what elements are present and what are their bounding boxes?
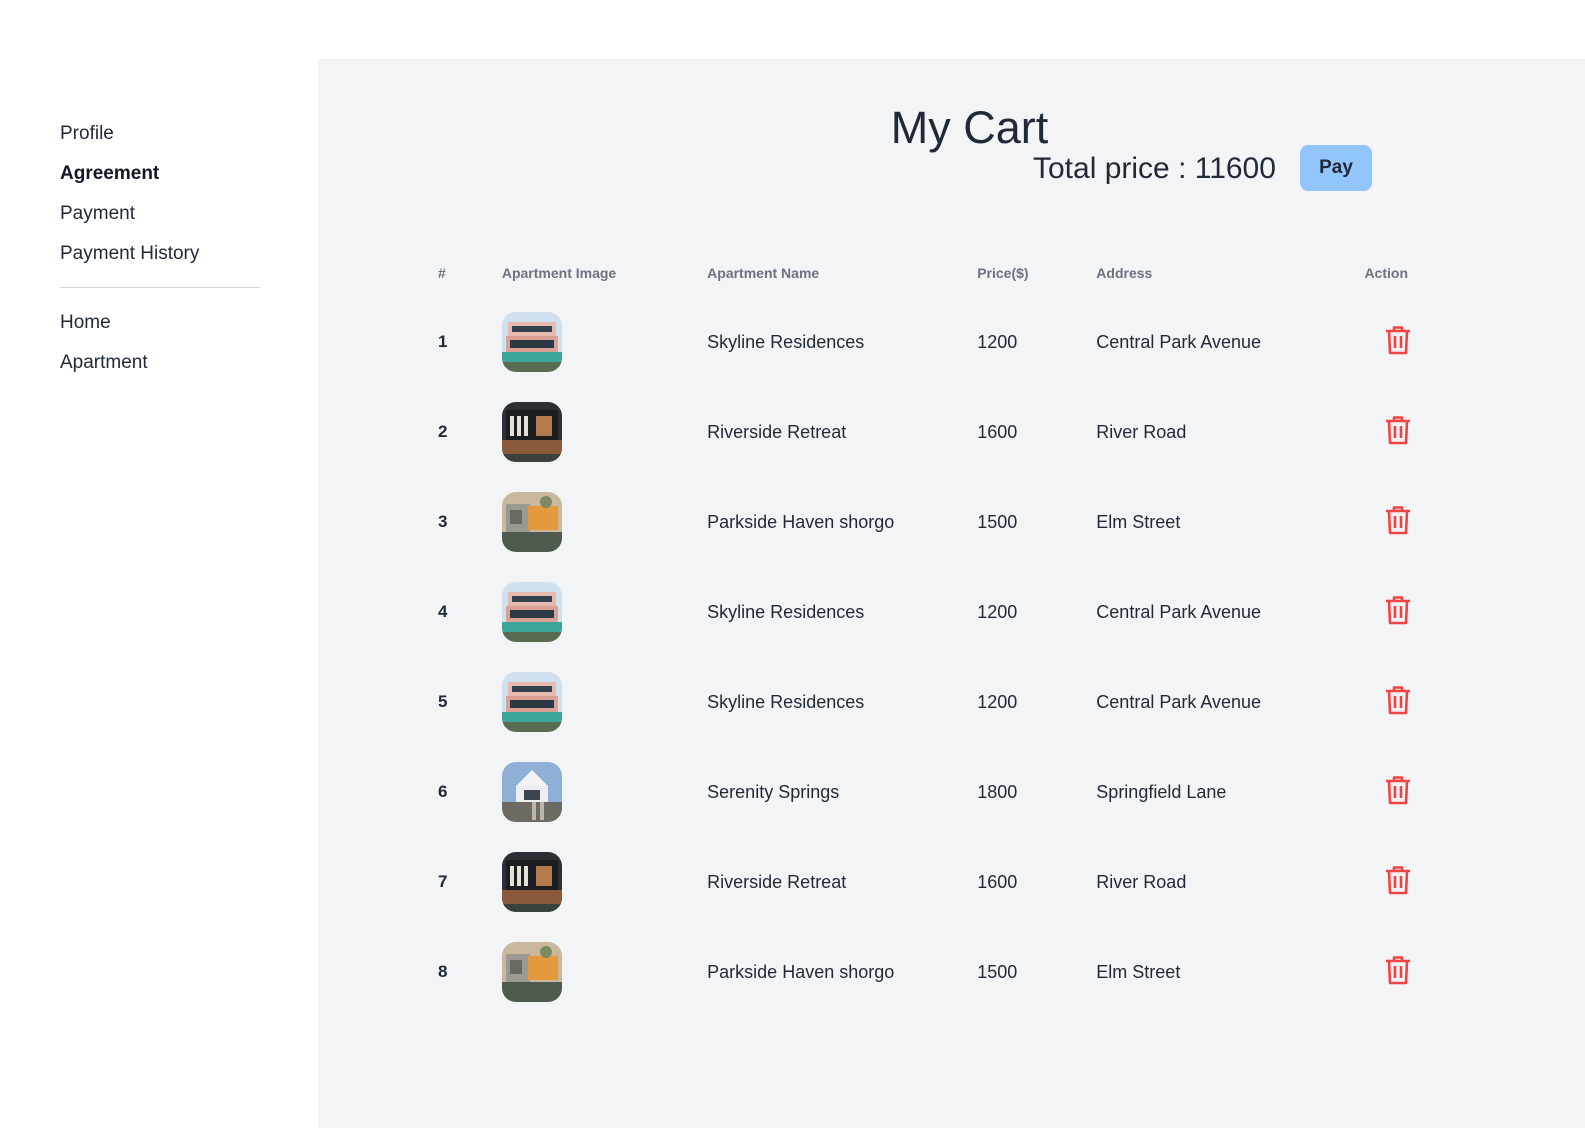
col-header-image: Apartment Image: [501, 265, 617, 281]
row-price: 1200: [977, 331, 1018, 352]
sidebar-item-agreement[interactable]: Agreement: [60, 154, 260, 194]
apartment-image: [501, 492, 562, 552]
row-action-cell: [1290, 477, 1422, 567]
total-price: Total price : 11600: [1033, 152, 1276, 185]
col-header-price: Price($): [977, 265, 1029, 281]
row-address: Elm Street: [1096, 511, 1181, 532]
row-index: 5: [438, 692, 448, 711]
row-apartment-name: Skyline Residences: [707, 601, 865, 622]
row-apartment-name: Parkside Haven shorgo: [707, 511, 895, 532]
page-title: My Cart: [318, 101, 1585, 155]
sidebar-divider: [60, 287, 260, 288]
sidebar-item-payment-history[interactable]: Payment History: [60, 234, 260, 274]
row-apartment-name: Riverside Retreat: [707, 421, 847, 442]
trash-icon[interactable]: [1384, 505, 1412, 535]
col-header-address: Address: [1096, 265, 1153, 281]
row-action-cell: [1290, 567, 1422, 657]
row-apartment-name: Serenity Springs: [707, 781, 840, 802]
row-image-cell: [486, 477, 691, 567]
trash-icon[interactable]: [1384, 775, 1412, 805]
row-index: 4: [438, 602, 448, 621]
trash-icon[interactable]: [1384, 595, 1412, 625]
sidebar: Profile Agreement Payment Payment Histor…: [0, 0, 318, 1128]
trash-icon[interactable]: [1384, 325, 1412, 355]
trash-icon[interactable]: [1384, 685, 1412, 715]
row-action-cell: [1290, 837, 1422, 927]
row-index: 3: [438, 512, 448, 531]
row-address: River Road: [1096, 871, 1187, 892]
row-image-cell: [486, 387, 691, 477]
cart-table: # Apartment Image Apartment Name Price($…: [422, 249, 1422, 1017]
row-apartment-name: Skyline Residences: [707, 331, 865, 352]
row-image-cell: [486, 567, 691, 657]
trash-icon[interactable]: [1384, 955, 1412, 985]
table-row: 1 Skyline Residences 1200 Central Park A…: [422, 297, 1422, 387]
apartment-image: [501, 402, 562, 462]
apartment-image: [501, 942, 562, 1002]
row-image-cell: [486, 747, 691, 837]
pay-button[interactable]: Pay: [1300, 145, 1372, 191]
row-action-cell: [1290, 927, 1422, 1017]
row-image-cell: [486, 927, 691, 1017]
table-row: 5 Skyline Residences 1200 Central Park A…: [422, 657, 1422, 747]
row-price: 1500: [977, 961, 1018, 982]
table-row: 2 Riverside Retreat 1600 River Road: [422, 387, 1422, 477]
row-address: Springfield Lane: [1096, 781, 1227, 802]
row-address: Central Park Avenue: [1096, 691, 1262, 712]
row-action-cell: [1290, 387, 1422, 477]
table-row: 4 Skyline Residences 1200 Central Park A…: [422, 567, 1422, 657]
row-price: 1600: [977, 421, 1018, 442]
row-image-cell: [486, 297, 691, 387]
apartment-image: [501, 672, 562, 732]
sidebar-item-payment[interactable]: Payment: [60, 194, 260, 234]
apartment-image: [501, 762, 562, 822]
sidebar-item-apartment[interactable]: Apartment: [60, 343, 260, 383]
row-image-cell: [486, 657, 691, 747]
col-header-action: Action: [1364, 265, 1408, 281]
row-price: 1600: [977, 871, 1018, 892]
row-action-cell: [1290, 747, 1422, 837]
trash-icon[interactable]: [1384, 865, 1412, 895]
apartment-image: [501, 312, 562, 372]
page-title-text: My Cart: [890, 102, 1049, 153]
row-apartment-name: Skyline Residences: [707, 691, 865, 712]
row-index: 1: [438, 332, 448, 351]
row-address: Central Park Avenue: [1096, 601, 1262, 622]
row-index: 8: [438, 962, 448, 981]
table-row: 3 Parkside Haven shorgo 1500 Elm Street: [422, 477, 1422, 567]
row-action-cell: [1290, 297, 1422, 387]
table-row: 8 Parkside Haven shorgo 1500 Elm Street: [422, 927, 1422, 1017]
row-address: Elm Street: [1096, 961, 1181, 982]
apartment-image: [501, 582, 562, 642]
row-apartment-name: Riverside Retreat: [707, 871, 847, 892]
sidebar-item-profile[interactable]: Profile: [60, 114, 260, 154]
apartment-image: [501, 852, 562, 912]
row-apartment-name: Parkside Haven shorgo: [707, 961, 895, 982]
row-image-cell: [486, 837, 691, 927]
table-header-row: # Apartment Image Apartment Name Price($…: [422, 249, 1422, 297]
row-index: 7: [438, 872, 448, 891]
row-price: 1500: [977, 511, 1018, 532]
sidebar-item-home[interactable]: Home: [60, 303, 260, 343]
row-address: River Road: [1096, 421, 1187, 442]
row-price: 1200: [977, 691, 1018, 712]
table-row: 7 Riverside Retreat 1600 River Road: [422, 837, 1422, 927]
row-index: 2: [438, 422, 448, 441]
row-action-cell: [1290, 657, 1422, 747]
sidebar-nav: Profile Agreement Payment Payment Histor…: [60, 114, 260, 383]
trash-icon[interactable]: [1384, 415, 1412, 445]
row-address: Central Park Avenue: [1096, 331, 1262, 352]
row-price: 1800: [977, 781, 1018, 802]
col-header-name: Apartment Name: [707, 265, 820, 281]
row-price: 1200: [977, 601, 1018, 622]
table-row: 6 Serenity Springs 1800 Springfield Lane: [422, 747, 1422, 837]
row-index: 6: [438, 782, 448, 801]
col-header-index: #: [438, 265, 446, 281]
cart-panel: My Cart Total price : 11600 Pay # Apartm…: [318, 59, 1585, 1128]
